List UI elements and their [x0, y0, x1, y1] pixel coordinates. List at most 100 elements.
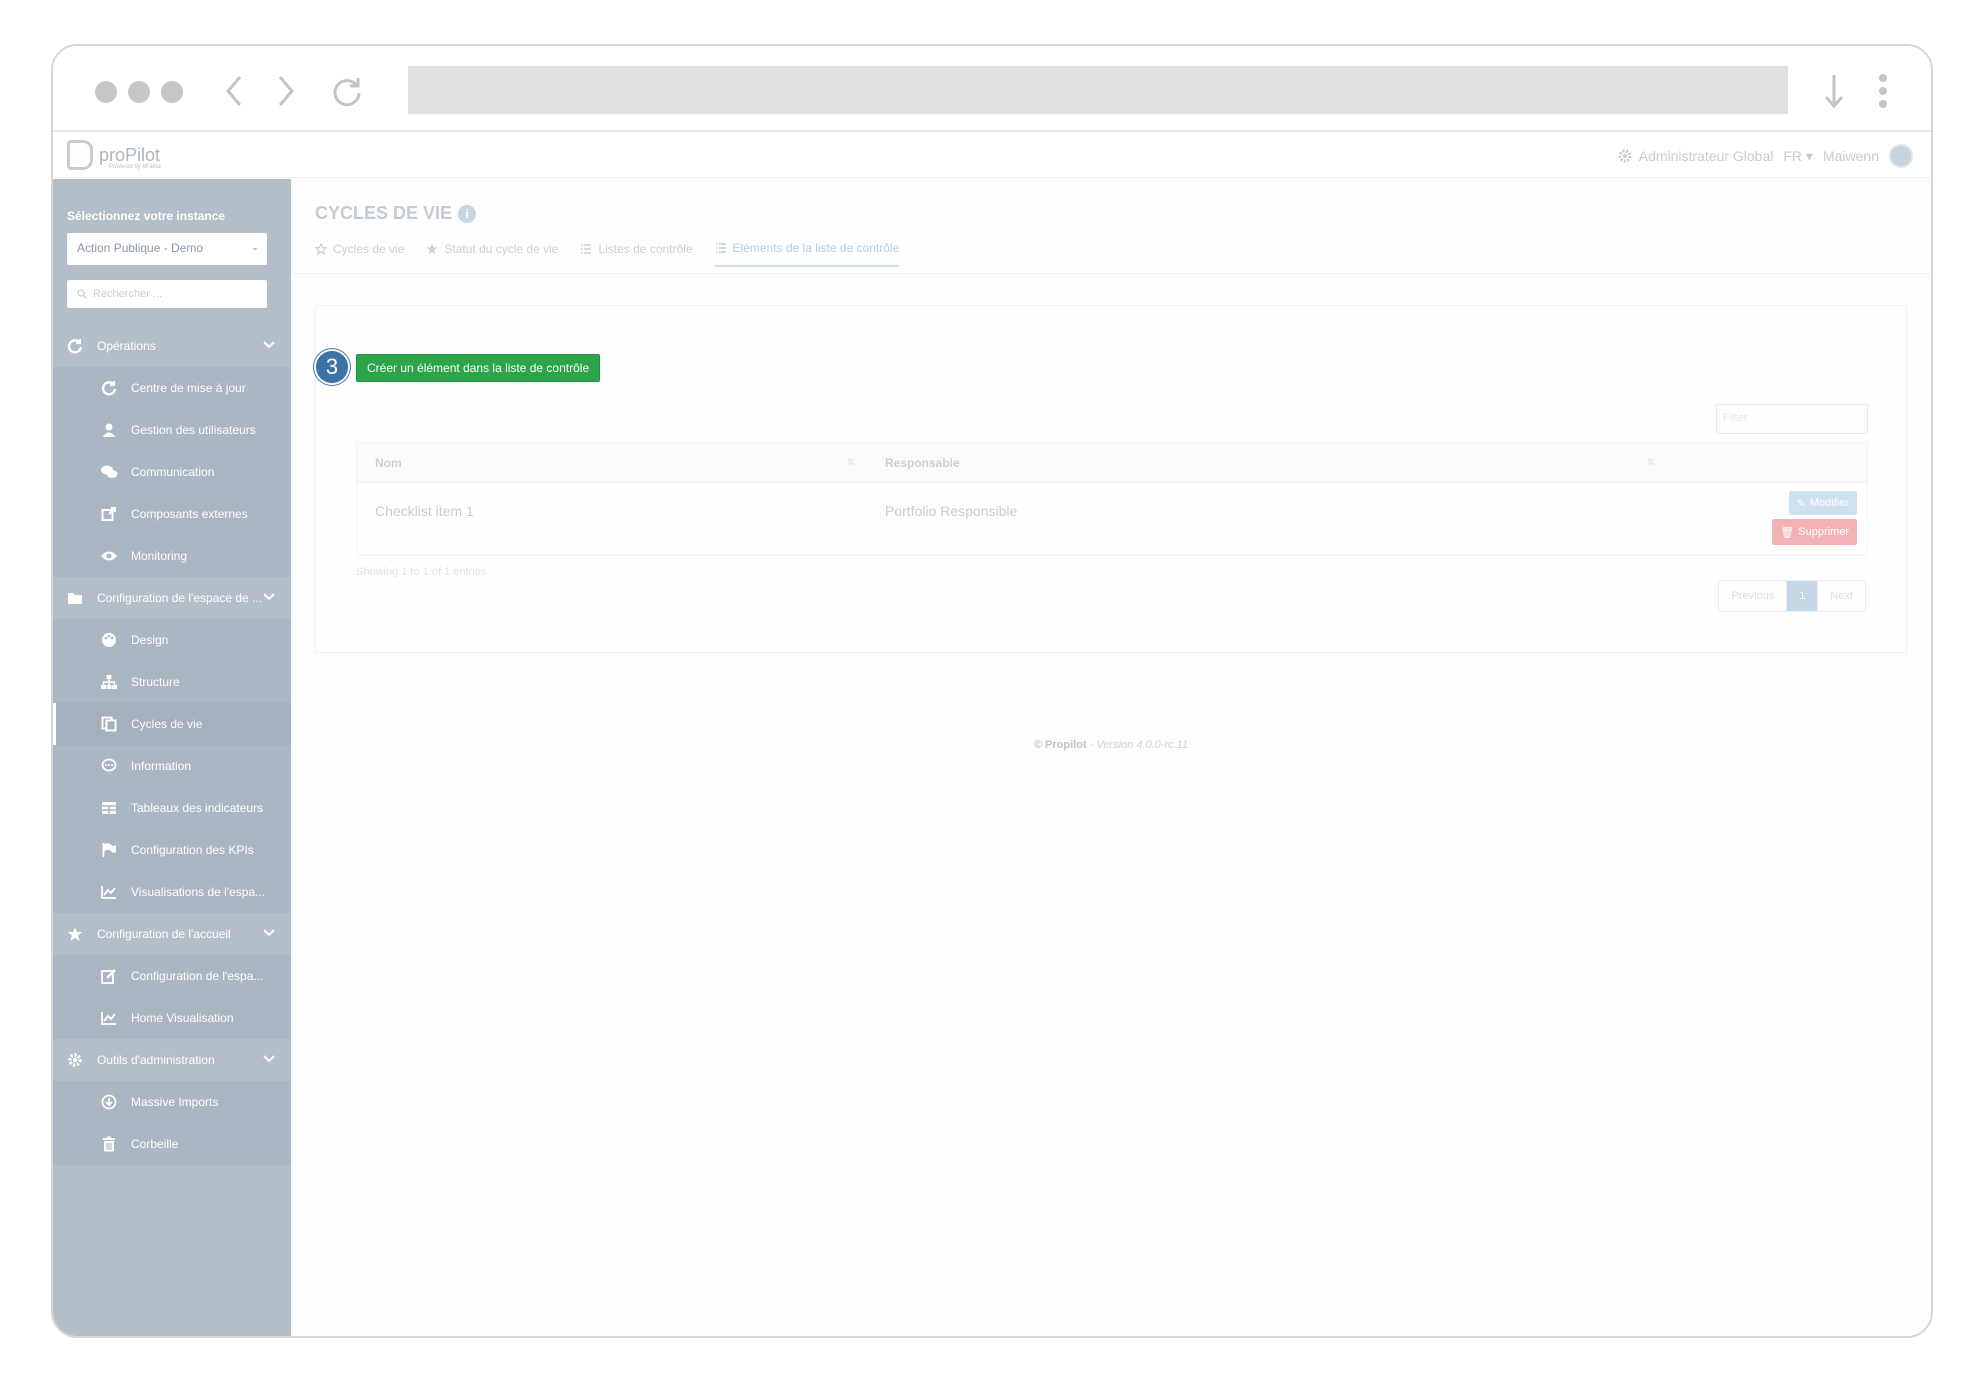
sidebar-item-label: Cycles de vie — [131, 717, 203, 731]
sidebar-item-configuration-de-l-espa[interactable]: Configuration de l'espa... — [53, 955, 291, 997]
sidebar-item-label: Opérations — [97, 339, 156, 353]
sidebar-item-home-visualisation[interactable]: Home Visualisation — [53, 997, 291, 1039]
refresh-icon — [99, 378, 119, 398]
logo-icon — [67, 140, 93, 170]
sidebar-item-label: Communication — [131, 465, 215, 479]
reload-icon[interactable] — [326, 70, 368, 112]
sidebar-item-structure[interactable]: Structure — [53, 661, 291, 703]
gear-icon — [65, 1050, 85, 1070]
step-badge: 3 — [314, 349, 350, 385]
info-icon[interactable]: i — [458, 204, 477, 223]
pencil-icon: ✎ — [1796, 497, 1806, 510]
sidebar-item-configuration-de-l-accueil[interactable]: Configuration de l'accueil — [53, 913, 291, 955]
avatar[interactable] — [1889, 144, 1913, 168]
share-icon — [99, 504, 119, 524]
filter-input[interactable]: Filter — [1716, 404, 1868, 434]
table-header: Nom ⇅ Responsable ⇅ — [357, 443, 1867, 483]
create-checklist-item-button[interactable]: Créer un élément dans la liste de contrô… — [356, 354, 601, 382]
user-name[interactable]: Maiwenn — [1823, 148, 1879, 164]
sidebar-item-label: Home Visualisation — [131, 1011, 234, 1025]
sidebar-item-visualisations-de-l-espa[interactable]: Visualisations de l'espa... — [53, 871, 291, 913]
tab-1[interactable]: Statut du cycle de vie — [426, 241, 558, 267]
copy-icon — [99, 714, 119, 734]
tab-label: Listes de contrôle — [598, 242, 693, 256]
chevron-down-icon — [263, 338, 275, 352]
sidebar-item-label: Centre de mise à jour — [131, 381, 246, 395]
sidebar-item-configuration-de-l-espace-de[interactable]: Configuration de l'espace de ... — [53, 577, 291, 619]
sidebar-item-label: Outils d'administration — [97, 1053, 215, 1067]
sidebar-item-corbeille[interactable]: Corbeille — [53, 1123, 291, 1165]
footer-brand: © Propilot — [1033, 739, 1087, 751]
edit-button[interactable]: ✎ Modifier — [1788, 491, 1857, 515]
language-dropdown[interactable]: FR ▾ — [1783, 148, 1813, 165]
window-dot — [95, 81, 117, 103]
sidebar-item-composants-externes[interactable]: Composants externes — [53, 493, 291, 535]
sidebar-item-information[interactable]: Information — [53, 745, 291, 787]
palette-icon — [99, 630, 119, 650]
chart-icon — [99, 882, 119, 902]
sidebar-item-outils-d-administration[interactable]: Outils d'administration — [53, 1039, 291, 1081]
gear-icon — [1618, 149, 1632, 163]
sidebar-item-label: Structure — [131, 675, 180, 689]
user-icon — [99, 420, 119, 440]
logo-subtext: Powered by eFakta — [109, 164, 161, 170]
topbar-right: Administrateur Global FR ▾ Maiwenn — [1617, 144, 1913, 168]
sidebar-item-centre-de-mise-a-jour[interactable]: Centre de mise à jour — [53, 367, 291, 409]
address-bar[interactable] — [408, 66, 1788, 114]
sidebar-item-communication[interactable]: Communication — [53, 451, 291, 493]
tab-0[interactable]: Cycles de vie — [315, 241, 404, 267]
browser-window: proPilot Powered by eFakta Administrateu… — [51, 44, 1933, 1338]
chart-icon — [99, 1008, 119, 1028]
sidebar-item-label: Configuration de l'accueil — [97, 927, 231, 941]
tab-3[interactable]: Eléments de la liste de contrôle — [714, 241, 900, 267]
sidebar-item-operations[interactable]: Opérations — [53, 325, 291, 367]
pagination-next[interactable]: Next — [1818, 581, 1865, 611]
sidebar-item-label: Visualisations de l'espa... — [131, 885, 266, 899]
flag-icon — [99, 840, 119, 860]
trash-icon: 🗑 — [1780, 526, 1795, 539]
sidebar-item-configuration-des-kpis[interactable]: Configuration des KPIs — [53, 829, 291, 871]
sidebar-item-massive-imports[interactable]: Massive Imports — [53, 1081, 291, 1123]
trash-icon — [99, 1134, 119, 1154]
window-dot — [161, 81, 183, 103]
sitemap-icon — [99, 672, 119, 692]
sidebar-item-monitoring[interactable]: Monitoring — [53, 535, 291, 577]
sidebar: Sélectionnez votre instance Action Publi… — [53, 179, 291, 1336]
instance-select[interactable]: Action Publique - Demo ⌄ — [67, 233, 267, 265]
window-dot — [128, 81, 150, 103]
pagination-page[interactable]: 1 — [1787, 581, 1819, 611]
app-logo[interactable]: proPilot Powered by eFakta — [67, 140, 161, 170]
sidebar-item-label: Tableaux des indicateurs — [131, 801, 264, 815]
tabs-divider — [291, 273, 1931, 274]
content-panel: 3 Créer un élément dans la liste de cont… — [314, 305, 1907, 653]
more-icon[interactable] — [1862, 70, 1904, 112]
search-icon — [77, 289, 87, 299]
sidebar-item-label: Configuration de l'espa... — [131, 969, 264, 983]
table-row: Checklist item 1 Portfolio Responsible ✎… — [357, 483, 1867, 555]
pagination-previous[interactable]: Previous — [1719, 581, 1788, 611]
sidebar-item-design[interactable]: Design — [53, 619, 291, 661]
back-icon[interactable] — [213, 70, 255, 112]
sidebar-item-label: Configuration de l'espace de ... — [97, 591, 263, 605]
footer-version: Version 4.0.0-rc.11 — [1096, 739, 1189, 751]
sidebar-search-input[interactable]: Rechercher ... — [67, 280, 267, 308]
sort-icon: ⇅ — [847, 457, 855, 467]
footer-separator: - — [1086, 739, 1097, 751]
column-header-name[interactable]: Nom — [375, 456, 402, 470]
sidebar-item-tableaux-des-indicateurs[interactable]: Tableaux des indicateurs — [53, 787, 291, 829]
footer: © Propilot - Version 4.0.0-rc.11 — [291, 739, 1931, 751]
forward-icon[interactable] — [265, 70, 307, 112]
tab-2[interactable]: Listes de contrôle — [580, 241, 693, 267]
chevron-down-icon — [263, 590, 275, 604]
sidebar-item-cycles-de-vie[interactable]: Cycles de vie — [53, 703, 291, 745]
sidebar-item-label: Massive Imports — [131, 1095, 219, 1109]
eye-icon — [99, 546, 119, 566]
tab-label: Cycles de vie — [333, 242, 405, 256]
instance-value: Action Publique - Demo — [77, 241, 204, 255]
delete-button[interactable]: 🗑 Supprimer — [1772, 519, 1857, 545]
download-icon[interactable] — [1813, 70, 1855, 112]
comments-icon — [99, 462, 119, 482]
sidebar-item-gestion-des-utilisateurs[interactable]: Gestion des utilisateurs — [53, 409, 291, 451]
column-header-responsible[interactable]: Responsable — [885, 456, 960, 470]
admin-menu[interactable]: Administrateur Global — [1617, 148, 1773, 164]
